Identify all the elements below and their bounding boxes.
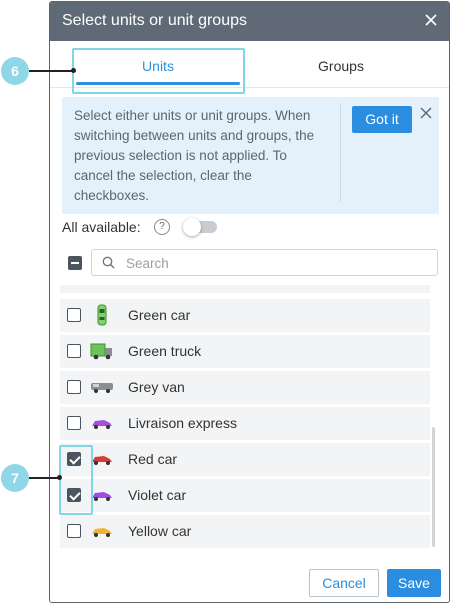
unit-name: Grey van [128,379,185,395]
help-icon[interactable]: ? [154,219,170,235]
search-field[interactable] [91,249,438,276]
red-car-icon [92,456,112,465]
list-item[interactable]: Green car [60,299,430,332]
tab-highlight-frame [72,48,245,94]
list-scrollbar[interactable] [432,427,435,547]
unit-name: Green truck [128,343,202,359]
list-item[interactable]: Yellow car [60,515,430,548]
green-car-icon [97,304,107,326]
callout-dot-7 [57,475,62,480]
green-truck-icon [90,343,112,360]
grey-van-icon [91,383,113,393]
list-item[interactable]: Red car [60,443,430,476]
callout-badge-7: 7 [1,464,29,492]
list-item[interactable]: Green truck [60,335,430,368]
all-available-label: All available: [62,219,141,235]
unit-name: Violet car [128,487,187,503]
checkbox[interactable] [67,524,81,538]
list-item[interactable]: Grey van [60,371,430,404]
unit-name: Green car [128,307,191,323]
unit-name: Livraison express [128,415,237,431]
checkbox[interactable] [67,344,81,358]
search-icon [102,256,115,269]
save-button[interactable]: Save [387,569,441,597]
notice-divider [340,103,341,202]
cancel-button[interactable]: Cancel [309,569,379,597]
got-it-button[interactable]: Got it [352,106,412,133]
select-units-dialog: Select units or unit groups Units Groups… [49,1,450,603]
all-available-toggle[interactable] [183,218,217,236]
dialog-header: Select units or unit groups [50,2,449,41]
violet-car-icon [92,492,112,501]
checkbox[interactable] [67,380,81,394]
info-notice: Select either units or unit groups. When… [62,97,439,214]
callout-dot-6 [71,68,76,73]
unit-name: Red car [128,451,178,467]
callout-badge-6: 6 [1,57,29,85]
purple-car-icon [92,420,112,429]
yellow-car-icon [92,528,112,537]
search-input[interactable] [124,253,428,273]
checkbox-highlight-frame [59,445,93,515]
dialog-title: Select units or unit groups [62,12,247,29]
tab-groups-label: Groups [318,58,364,74]
list-item-partial [60,285,430,293]
checkbox[interactable] [67,308,81,322]
select-all-checkbox[interactable] [68,256,82,270]
list-item[interactable]: Violet car [60,479,430,512]
unit-list: Green car Green truck Grey van Livraison… [50,285,449,549]
callout-line-6 [29,70,72,72]
tab-groups[interactable]: Groups [268,49,414,87]
close-icon[interactable] [423,12,439,28]
notice-close-icon[interactable] [420,107,432,119]
list-item[interactable]: Livraison express [60,407,430,440]
callout-line-7 [29,477,59,479]
checkbox[interactable] [67,416,81,430]
notice-text: Select either units or unit groups. When… [74,108,315,203]
toggle-knob [183,218,201,236]
unit-name: Yellow car [128,523,192,539]
